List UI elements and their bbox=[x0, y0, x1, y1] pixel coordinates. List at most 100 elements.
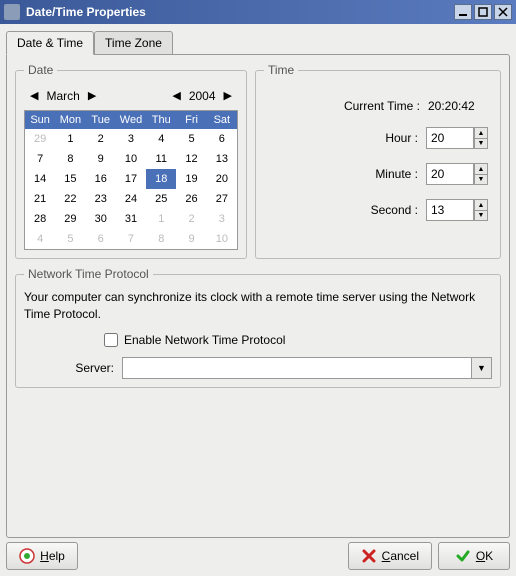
calendar-day[interactable]: 10 bbox=[116, 149, 146, 169]
calendar-day[interactable]: 14 bbox=[25, 169, 55, 189]
calendar-day[interactable]: 23 bbox=[86, 189, 116, 209]
calendar-day[interactable]: 6 bbox=[86, 229, 116, 249]
minute-down-button[interactable]: ▼ bbox=[474, 174, 488, 185]
hour-up-button[interactable]: ▲ bbox=[474, 127, 488, 138]
tab-content: Date ◀ March ▶ ◀ 2004 ▶ SunMonTueW bbox=[6, 54, 510, 538]
calendar-day[interactable]: 10 bbox=[207, 229, 237, 249]
ntp-enable-checkbox[interactable] bbox=[104, 333, 118, 347]
second-down-button[interactable]: ▼ bbox=[474, 210, 488, 221]
calendar-day[interactable]: 4 bbox=[146, 129, 176, 149]
calendar-day[interactable]: 15 bbox=[55, 169, 85, 189]
time-legend: Time bbox=[264, 63, 298, 77]
calendar-day[interactable]: 30 bbox=[86, 209, 116, 229]
calendar-day[interactable]: 27 bbox=[207, 189, 237, 209]
minimize-button[interactable] bbox=[454, 4, 472, 20]
calendar-day[interactable]: 26 bbox=[176, 189, 206, 209]
help-label-u: H bbox=[40, 549, 49, 563]
cancel-button[interactable]: Cancel bbox=[348, 542, 432, 570]
calendar-day[interactable]: 25 bbox=[146, 189, 176, 209]
prev-year-button[interactable]: ◀ bbox=[170, 87, 182, 104]
calendar-day[interactable]: 5 bbox=[55, 229, 85, 249]
calendar-day[interactable]: 8 bbox=[146, 229, 176, 249]
calendar-day[interactable]: 7 bbox=[25, 149, 55, 169]
calendar-day[interactable]: 13 bbox=[207, 149, 237, 169]
calendar-day[interactable]: 9 bbox=[86, 149, 116, 169]
hour-input[interactable] bbox=[426, 127, 474, 149]
calendar-day[interactable]: 8 bbox=[55, 149, 85, 169]
year-label: 2004 bbox=[185, 89, 220, 103]
hour-down-button[interactable]: ▼ bbox=[474, 138, 488, 149]
calendar-day[interactable]: 1 bbox=[55, 129, 85, 149]
help-label-rest: elp bbox=[49, 549, 65, 563]
calendar-day[interactable]: 4 bbox=[25, 229, 55, 249]
calendar-day[interactable]: 1 bbox=[146, 209, 176, 229]
calendar: SunMonTueWedThuFriSat 291234567891011121… bbox=[24, 110, 238, 250]
time-group: Time Current Time : 20:20:42 Hour : ▲ ▼ bbox=[255, 63, 501, 259]
calendar-day-header: Sun bbox=[25, 111, 55, 129]
second-up-button[interactable]: ▲ bbox=[474, 199, 488, 210]
calendar-day[interactable]: 6 bbox=[207, 129, 237, 149]
tab-date-time[interactable]: Date & Time bbox=[6, 31, 94, 55]
calendar-day[interactable]: 24 bbox=[116, 189, 146, 209]
calendar-day-header: Sat bbox=[207, 111, 237, 129]
maximize-button[interactable] bbox=[474, 4, 492, 20]
calendar-day[interactable]: 28 bbox=[25, 209, 55, 229]
date-group: Date ◀ March ▶ ◀ 2004 ▶ SunMonTueW bbox=[15, 63, 247, 259]
calendar-day[interactable]: 11 bbox=[146, 149, 176, 169]
ntp-enable-label: Enable Network Time Protocol bbox=[124, 333, 285, 347]
calendar-day[interactable]: 18 bbox=[146, 169, 176, 189]
help-button[interactable]: Help bbox=[6, 542, 78, 570]
current-time-label: Current Time : bbox=[344, 99, 420, 113]
calendar-day-header: Mon bbox=[55, 111, 85, 129]
window-title: Date/Time Properties bbox=[26, 5, 452, 19]
ok-label-u: O bbox=[476, 549, 485, 563]
second-label: Second : bbox=[371, 203, 418, 217]
next-year-button[interactable]: ▶ bbox=[222, 87, 234, 104]
calendar-day[interactable]: 19 bbox=[176, 169, 206, 189]
month-label: March bbox=[42, 89, 83, 103]
calendar-day[interactable]: 31 bbox=[116, 209, 146, 229]
cancel-icon bbox=[361, 548, 377, 564]
calendar-day[interactable]: 20 bbox=[207, 169, 237, 189]
close-button[interactable] bbox=[494, 4, 512, 20]
calendar-day[interactable]: 21 bbox=[25, 189, 55, 209]
calendar-day[interactable]: 3 bbox=[116, 129, 146, 149]
second-input[interactable] bbox=[426, 199, 474, 221]
minute-input[interactable] bbox=[426, 163, 474, 185]
calendar-day[interactable]: 2 bbox=[176, 209, 206, 229]
calendar-nav: ◀ March ▶ ◀ 2004 ▶ bbox=[24, 85, 238, 106]
app-icon bbox=[4, 4, 20, 20]
cancel-label-rest: ancel bbox=[390, 549, 419, 563]
tab-time-zone[interactable]: Time Zone bbox=[94, 31, 173, 55]
minute-up-button[interactable]: ▲ bbox=[474, 163, 488, 174]
ntp-server-dropdown-button[interactable]: ▼ bbox=[472, 357, 492, 379]
ok-button[interactable]: OK bbox=[438, 542, 510, 570]
calendar-day[interactable]: 3 bbox=[207, 209, 237, 229]
calendar-day[interactable]: 29 bbox=[55, 209, 85, 229]
next-month-button[interactable]: ▶ bbox=[86, 87, 98, 104]
calendar-day[interactable]: 2 bbox=[86, 129, 116, 149]
ntp-legend: Network Time Protocol bbox=[24, 267, 153, 281]
calendar-day[interactable]: 9 bbox=[176, 229, 206, 249]
calendar-day-header: Thu bbox=[146, 111, 176, 129]
ntp-server-label: Server: bbox=[24, 361, 114, 375]
calendar-day[interactable]: 7 bbox=[116, 229, 146, 249]
ok-icon bbox=[455, 548, 471, 564]
ntp-group: Network Time Protocol Your computer can … bbox=[15, 267, 501, 388]
minute-label: Minute : bbox=[375, 167, 418, 181]
calendar-day[interactable]: 16 bbox=[86, 169, 116, 189]
ntp-server-input[interactable] bbox=[122, 357, 472, 379]
date-legend: Date bbox=[24, 63, 57, 77]
prev-month-button[interactable]: ◀ bbox=[28, 87, 40, 104]
hour-label: Hour : bbox=[385, 131, 418, 145]
calendar-day-header: Tue bbox=[86, 111, 116, 129]
calendar-day[interactable]: 5 bbox=[176, 129, 206, 149]
calendar-day[interactable]: 17 bbox=[116, 169, 146, 189]
calendar-day[interactable]: 22 bbox=[55, 189, 85, 209]
calendar-day[interactable]: 29 bbox=[25, 129, 55, 149]
calendar-day-header: Wed bbox=[116, 111, 146, 129]
calendar-day[interactable]: 12 bbox=[176, 149, 206, 169]
current-time-value: 20:20:42 bbox=[428, 99, 488, 113]
tab-bar: Date & Time Time Zone bbox=[6, 30, 510, 54]
help-icon bbox=[19, 548, 35, 564]
